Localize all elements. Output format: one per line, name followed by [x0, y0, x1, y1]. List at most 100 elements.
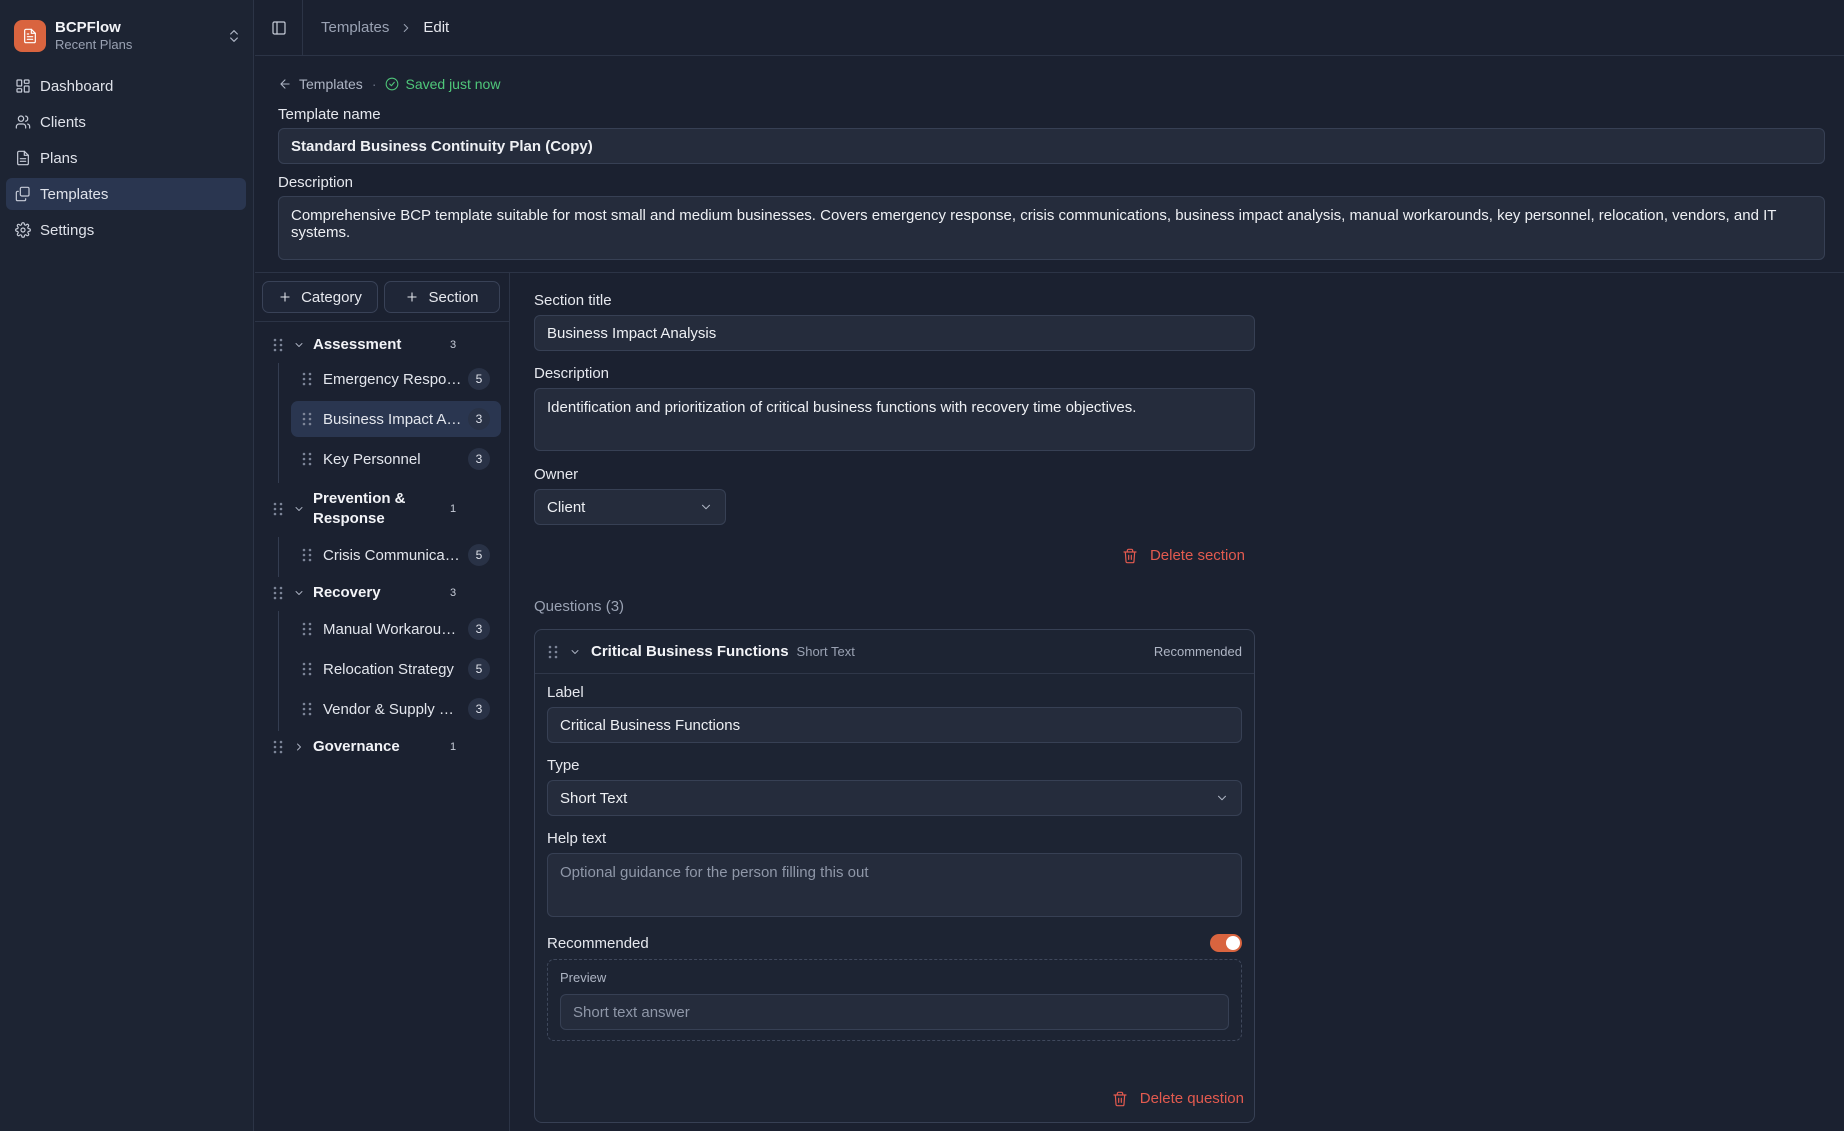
template-header: Templates · Saved just now Template name…	[278, 70, 1825, 260]
section-name: Manual Workarounds	[323, 620, 463, 638]
preview-answer-input[interactable]: Short text answer	[560, 994, 1229, 1030]
section-count: 5	[468, 544, 490, 566]
drag-handle-icon[interactable]	[272, 502, 284, 516]
section-item-emergency-response[interactable]: Emergency Response Plan 5	[291, 361, 501, 397]
section-item-business-impact-analysis[interactable]: Business Impact Analysis 3	[291, 401, 501, 437]
gear-icon	[15, 222, 40, 238]
template-description-label: Description	[278, 174, 354, 191]
drag-handle-icon[interactable]	[301, 702, 313, 716]
template-description-input[interactable]: Comprehensive BCP template suitable for …	[278, 196, 1825, 260]
drag-handle-icon[interactable]	[301, 452, 313, 466]
drag-handle-icon[interactable]	[301, 412, 313, 426]
chevron-down-icon[interactable]	[569, 646, 581, 658]
app-subtitle: Recent Plans	[55, 37, 133, 53]
section-item-vendor-supply-chain[interactable]: Vendor & Supply Chain 3	[291, 691, 501, 727]
owner-label: Owner	[534, 466, 579, 483]
drag-handle-icon[interactable]	[272, 586, 284, 600]
nav-label: Settings	[40, 221, 95, 239]
drag-handle-icon[interactable]	[301, 372, 313, 386]
drag-handle-icon[interactable]	[301, 662, 313, 676]
section-title-input[interactable]: Business Impact Analysis	[534, 315, 1255, 351]
delete-section-button[interactable]: Delete section	[1122, 547, 1245, 564]
question-type-badge: Short Text	[796, 644, 855, 659]
category-assessment[interactable]: Assessment 3	[255, 335, 510, 355]
category-name: Recovery	[313, 584, 381, 601]
chevron-down-icon	[1215, 791, 1229, 805]
section-name: Business Impact Analysis	[323, 410, 463, 428]
section-title-label: Section title	[534, 292, 612, 309]
drag-handle-icon[interactable]	[547, 645, 559, 659]
chevron-down-icon[interactable]	[293, 503, 305, 515]
section-item-crisis-communications[interactable]: Crisis Communications 5	[291, 537, 501, 573]
add-section-button[interactable]: Section	[384, 281, 500, 313]
delete-question-button[interactable]: Delete question	[1112, 1090, 1244, 1107]
trash-icon	[1122, 548, 1150, 564]
recommended-badge: Recommended	[1153, 644, 1242, 659]
question-card: Critical Business Functions Short Text R…	[534, 629, 1255, 1123]
delete-question-label: Delete question	[1139, 1090, 1244, 1107]
sidebar-toggle-button[interactable]	[255, 0, 303, 56]
section-count: 5	[468, 658, 490, 680]
template-name-input[interactable]: Standard Business Continuity Plan (Copy)	[278, 128, 1825, 164]
question-type-value: Short Text	[560, 789, 628, 807]
nav-item-settings[interactable]: Settings	[6, 214, 246, 246]
section-description-label: Description	[534, 365, 610, 382]
category-count: 1	[449, 741, 457, 753]
template-name-label: Template name	[278, 106, 381, 123]
section-item-manual-workarounds[interactable]: Manual Workarounds 3	[291, 611, 501, 647]
category-count: 1	[449, 503, 457, 515]
nav-item-plans[interactable]: Plans	[6, 142, 246, 174]
breadcrumb-templates-link[interactable]: Templates	[321, 19, 389, 36]
add-category-button[interactable]: Category	[262, 281, 378, 313]
main-nav: Dashboard Clients Plans Templates Settin…	[6, 70, 246, 250]
question-type-select[interactable]: Short Text	[547, 780, 1242, 816]
question-card-header[interactable]: Critical Business Functions Short Text R…	[535, 630, 1254, 674]
saved-status: Saved just now	[385, 76, 500, 92]
section-item-key-personnel[interactable]: Key Personnel 3	[291, 441, 501, 477]
section-count: 3	[468, 618, 490, 640]
category-recovery[interactable]: Recovery 3	[255, 583, 510, 603]
category-name: Governance	[313, 738, 400, 755]
section-name: Relocation Strategy	[323, 660, 454, 678]
questions-heading: Questions (3)	[534, 598, 625, 615]
drag-handle-icon[interactable]	[272, 338, 284, 352]
recommended-toggle[interactable]	[1210, 934, 1242, 952]
nav-item-dashboard[interactable]: Dashboard	[6, 70, 246, 102]
section-name: Key Personnel	[323, 450, 421, 468]
app-name: BCPFlow	[55, 18, 121, 36]
chevron-right-icon[interactable]	[293, 741, 305, 753]
tree-guide-line	[278, 537, 279, 577]
section-item-relocation-strategy[interactable]: Relocation Strategy 5	[291, 651, 501, 687]
nav-item-clients[interactable]: Clients	[6, 106, 246, 138]
category-prevention-response[interactable]: Prevention & Response 1	[255, 489, 510, 529]
chevron-down-icon[interactable]	[293, 587, 305, 599]
app-logo-icon	[14, 20, 46, 52]
drag-handle-icon[interactable]	[301, 622, 313, 636]
templates-icon	[15, 186, 40, 202]
back-to-templates-link[interactable]: Templates	[278, 76, 363, 92]
category-governance[interactable]: Governance 1	[255, 737, 510, 757]
top-bar: Templates Edit	[255, 0, 1844, 56]
owner-select[interactable]: Client	[534, 489, 726, 525]
section-description-input[interactable]: Identification and prioritization of cri…	[534, 388, 1255, 451]
owner-value: Client	[547, 498, 586, 516]
back-label: Templates	[299, 76, 363, 92]
section-count: 5	[468, 368, 490, 390]
question-title: Critical Business Functions	[591, 643, 789, 660]
question-label-input[interactable]: Critical Business Functions	[547, 707, 1242, 743]
category-count: 3	[449, 339, 457, 351]
help-text-input[interactable]: Optional guidance for the person filling…	[547, 853, 1242, 917]
add-section-label: Section	[428, 288, 479, 306]
chevron-down-icon	[699, 500, 713, 514]
category-name: Prevention & Response	[313, 490, 406, 527]
breadcrumb-current: Edit	[423, 19, 450, 36]
sidebar: BCPFlow Recent Plans Dashboard Clients P…	[0, 0, 254, 1131]
chevrons-up-down-icon	[226, 28, 242, 44]
app-switcher[interactable]: BCPFlow Recent Plans	[14, 16, 242, 56]
chevron-down-icon[interactable]	[293, 339, 305, 351]
nav-item-templates[interactable]: Templates	[6, 178, 246, 210]
drag-handle-icon[interactable]	[272, 740, 284, 754]
drag-handle-icon[interactable]	[301, 548, 313, 562]
help-text-label: Help text	[547, 830, 607, 847]
section-count: 3	[468, 408, 490, 430]
